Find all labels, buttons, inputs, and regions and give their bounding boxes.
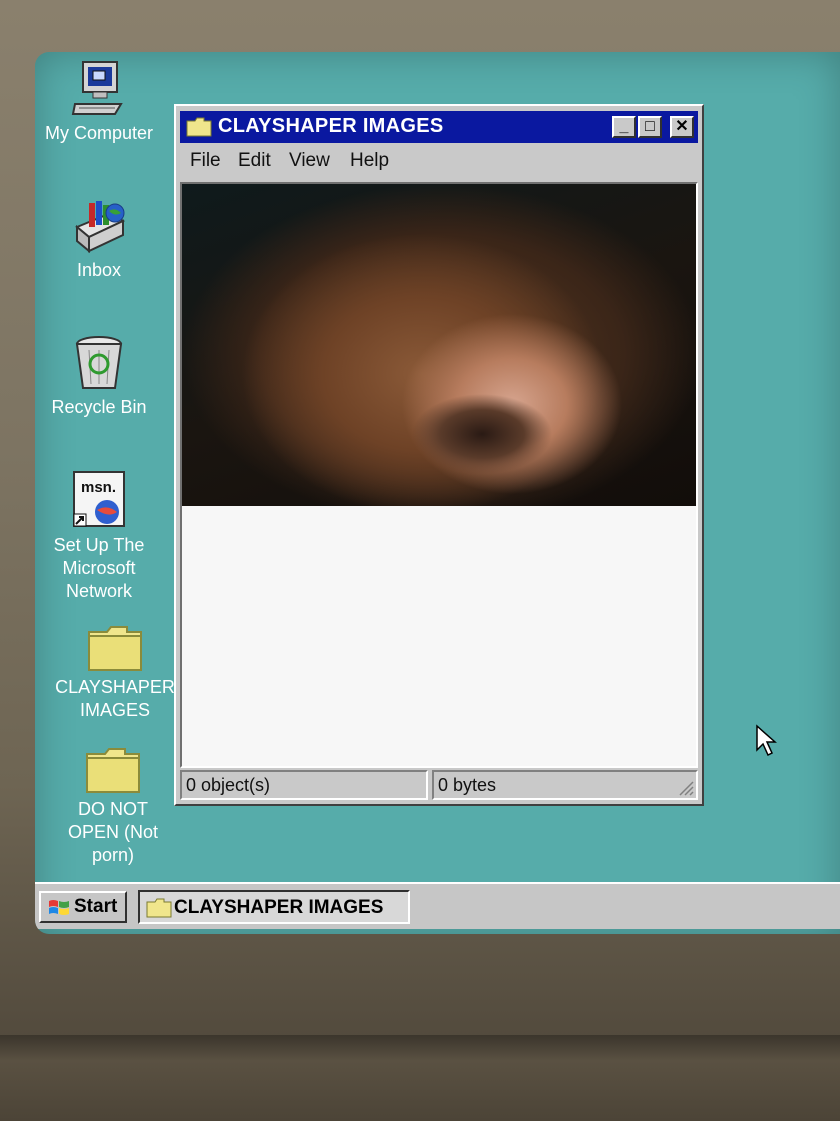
desktop-icon-label: DO NOT OPEN (Not porn) (67, 799, 159, 865)
inbox-icon (71, 197, 127, 255)
resize-grip-icon[interactable] (678, 780, 694, 801)
status-size: 0 bytes (432, 770, 698, 800)
menu-file[interactable]: File (190, 150, 221, 172)
msn-logo-text: msn. (81, 479, 116, 496)
windows-logo-icon (47, 898, 71, 924)
desktop-icon-label: Recycle Bin (51, 397, 147, 417)
my-computer-icon (71, 60, 127, 118)
menu-edit[interactable]: Edit (238, 150, 271, 172)
status-bar: 0 object(s) 0 bytes (180, 770, 698, 800)
desktop-icon-inbox[interactable]: Inbox (39, 197, 159, 282)
menu-help[interactable]: Help (350, 150, 389, 172)
folder-icon (146, 898, 172, 924)
maximize-icon: □ (645, 118, 655, 135)
desktop-icon-label: Set Up The Microsoft Network (53, 535, 145, 601)
desktop-icon-label: CLAYSHAPER IMAGES (55, 677, 175, 720)
menu-view[interactable]: View (289, 150, 330, 172)
mouse-cursor-icon (755, 724, 777, 763)
taskbar-window-label: CLAYSHAPER IMAGES (174, 897, 384, 918)
taskbar: Start CLAYSHAPER IMAGES (35, 882, 840, 929)
folder-icon (85, 746, 141, 794)
minimize-button[interactable]: _ (612, 116, 636, 138)
recycle-bin-icon (71, 334, 127, 392)
pixelated-face-image (182, 184, 696, 506)
start-label: Start (74, 896, 118, 917)
status-object-count: 0 object(s) (180, 770, 428, 800)
desktop-icon-clayshaper-folder[interactable]: CLAYSHAPER IMAGES (55, 624, 175, 722)
msn-icon: msn. (71, 470, 127, 530)
start-button[interactable]: Start (39, 891, 127, 923)
menu-bar: File Edit View Help (182, 148, 698, 176)
desktop-icon-do-not-open-folder[interactable]: DO NOT OPEN (Not porn) (53, 746, 173, 867)
window-titlebar[interactable]: CLAYSHAPER IMAGES _ □ ✕ (180, 111, 698, 143)
desktop-icon-recycle-bin[interactable]: Recycle Bin (39, 334, 159, 419)
taskbar-window-button[interactable]: CLAYSHAPER IMAGES (138, 890, 410, 924)
monitor-bezel-bottom (0, 1035, 840, 1121)
minimize-icon: _ (619, 118, 629, 135)
desktop-icon-msn[interactable]: msn. Set Up The Microsoft Network (39, 470, 159, 603)
folder-icon (87, 624, 143, 672)
folder-content-area[interactable] (180, 182, 698, 768)
close-button[interactable]: ✕ (670, 116, 694, 138)
desktop-icon-label: Inbox (76, 260, 122, 280)
maximize-button[interactable]: □ (638, 116, 662, 138)
window-title: CLAYSHAPER IMAGES (218, 115, 444, 137)
explorer-window: CLAYSHAPER IMAGES _ □ ✕ File Edit View H… (174, 104, 704, 806)
close-icon: ✕ (675, 118, 689, 135)
desktop-icon-my-computer[interactable]: My Computer (39, 60, 159, 145)
desktop-icon-label: My Computer (44, 123, 154, 143)
folder-icon (186, 117, 212, 142)
